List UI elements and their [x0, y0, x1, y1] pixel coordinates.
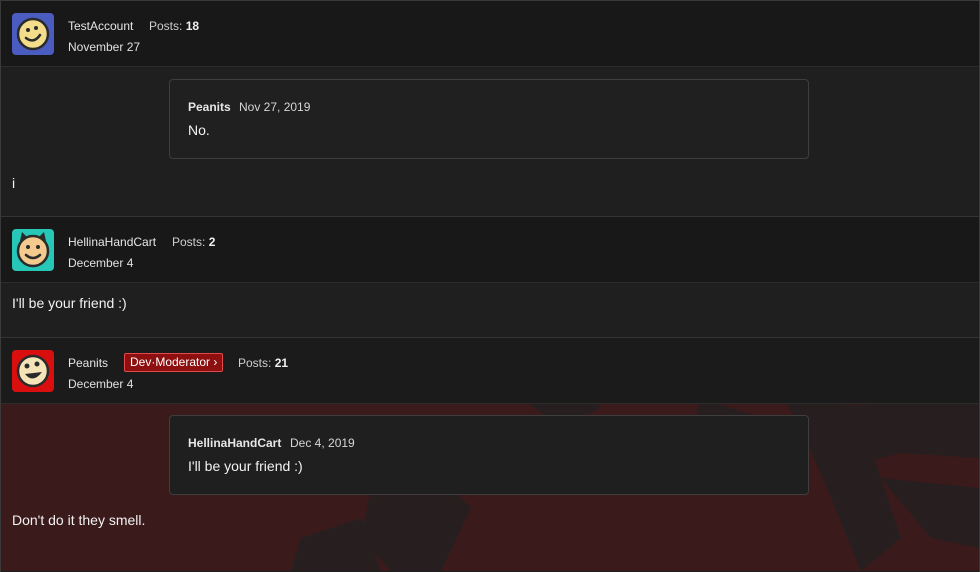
- post-peanits: Peanits Dev·Moderator › Posts: 21 Decemb…: [1, 338, 979, 571]
- quote-body: I'll be your friend :): [188, 458, 303, 474]
- post-author[interactable]: TestAccount: [68, 19, 133, 33]
- cat-avatar-icon[interactable]: [12, 229, 54, 271]
- quote-block: HellinaHandCart Dec 4, 2019 I'll be your…: [169, 415, 809, 495]
- quote-author[interactable]: Peanits: [188, 100, 231, 114]
- post-date[interactable]: December 4: [68, 256, 133, 270]
- quote-body: No.: [188, 122, 210, 138]
- smiley-avatar-icon[interactable]: [12, 13, 54, 55]
- post-count-label: Posts:: [238, 356, 272, 370]
- moderator-badge[interactable]: Dev·Moderator ›: [124, 353, 224, 372]
- grin-avatar-icon[interactable]: [12, 350, 54, 392]
- post-author[interactable]: HellinaHandCart: [68, 235, 156, 249]
- post-count: Posts: 18: [149, 19, 199, 33]
- post-count-value: 2: [208, 235, 216, 249]
- quote-block: Peanits Nov 27, 2019 No.: [169, 79, 809, 159]
- thread-page: TestAccount Posts: 18 November 27 Peanit…: [0, 0, 980, 572]
- post-count: Posts: 2: [172, 235, 215, 249]
- post-date[interactable]: December 4: [68, 377, 133, 391]
- post-count: Posts: 21: [238, 356, 288, 370]
- quote-date[interactable]: Dec 4, 2019: [290, 436, 355, 450]
- post-count-label: Posts:: [172, 235, 206, 249]
- post-body: i: [12, 175, 16, 191]
- post-hellinahandcart: HellinaHandCart Posts: 2 December 4 I'll…: [1, 217, 979, 338]
- post-count-value: 18: [185, 19, 200, 33]
- post-header: TestAccount Posts: 18 November 27: [1, 1, 979, 67]
- post-author[interactable]: Peanits: [68, 356, 108, 370]
- post-body: Don't do it they smell.: [12, 512, 146, 528]
- post-count-label: Posts:: [149, 19, 183, 33]
- quote-date[interactable]: Nov 27, 2019: [239, 100, 310, 114]
- post-testaccount: TestAccount Posts: 18 November 27 Peanit…: [1, 1, 979, 217]
- post-header: HellinaHandCart Posts: 2 December 4: [1, 217, 979, 283]
- quote-author[interactable]: HellinaHandCart: [188, 436, 281, 450]
- post-count-value: 21: [274, 356, 289, 370]
- post-body: I'll be your friend :): [12, 295, 127, 311]
- post-header: Peanits Dev·Moderator › Posts: 21 Decemb…: [1, 338, 979, 404]
- post-date[interactable]: November 27: [68, 40, 140, 54]
